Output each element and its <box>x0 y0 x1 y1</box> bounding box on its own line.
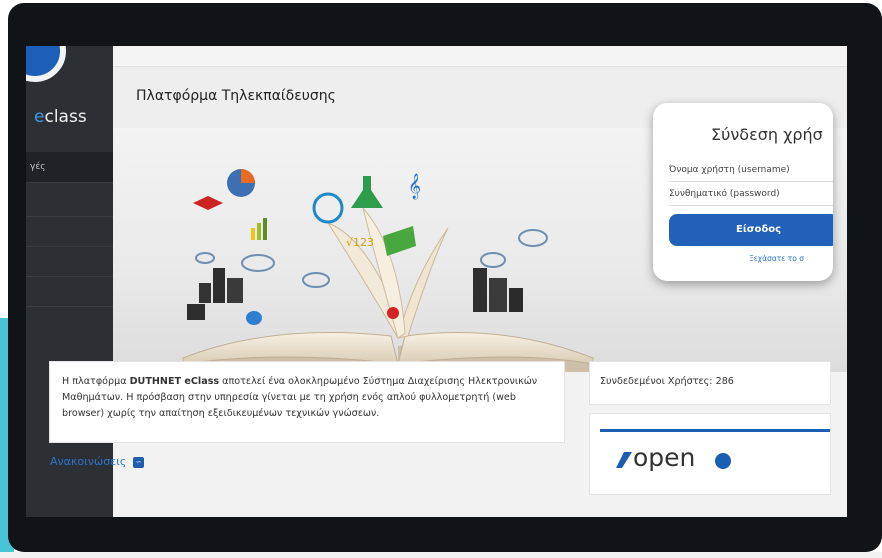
sidebar-item[interactable] <box>26 216 113 247</box>
sidebar-item[interactable] <box>26 246 113 277</box>
sidebar-item[interactable] <box>26 276 113 307</box>
username-underline <box>669 181 833 182</box>
eclass-logo-icon[interactable] <box>26 46 66 82</box>
login-card: Σύνδεση χρήσ Όνομα χρήστη (username) Συν… <box>653 103 833 281</box>
online-users-box: Συνδεδεμένοι Χρήστες: 286 <box>589 361 831 405</box>
svg-text:𝄞: 𝄞 <box>408 173 421 199</box>
eclass-logo-text[interactable]: eclass <box>34 107 87 127</box>
sidebar-item-label: γές <box>30 162 46 172</box>
login-button-label: Είσοδος <box>736 224 782 235</box>
forgot-password-link[interactable]: Ξεχάσατε το σ <box>749 254 804 263</box>
bottom-strip <box>0 552 882 558</box>
online-users-count: Συνδεδεμένοι Χρήστες: 286 <box>600 376 734 387</box>
username-field[interactable]: Όνομα χρήστη (username) <box>669 165 790 175</box>
sidebar: eclass γές <box>26 46 113 517</box>
open-banner[interactable]: open <box>589 413 831 495</box>
platform-info-box: Η πλατφόρμα DUTHNET eClass αποτελεί ένα … <box>49 361 565 443</box>
login-button[interactable]: Είσοδος <box>669 214 833 246</box>
announcements-link[interactable]: Ανακοινώσεις <box>50 455 126 468</box>
sidebar-item[interactable] <box>26 186 113 217</box>
platform-info-text: Η πλατφόρμα DUTHNET eClass αποτελεί ένα … <box>62 376 538 419</box>
password-underline <box>669 205 833 206</box>
open-logo-text: open <box>633 443 696 472</box>
page-title: Πλατφόρμα Τηλεκπαίδευσης <box>136 88 336 104</box>
sidebar-item-active[interactable]: γές <box>26 152 113 183</box>
open-logo-icon <box>616 452 632 468</box>
login-title: Σύνδεση χρήσ <box>711 125 823 144</box>
password-field[interactable]: Συνθηματικό (password) <box>669 189 780 199</box>
open-banner-bar <box>600 429 830 432</box>
svg-text:√123: √123 <box>346 236 374 249</box>
rss-icon[interactable]: ∽ <box>133 457 144 468</box>
open-logo-dot <box>715 453 731 469</box>
top-nav-bar <box>113 46 847 66</box>
